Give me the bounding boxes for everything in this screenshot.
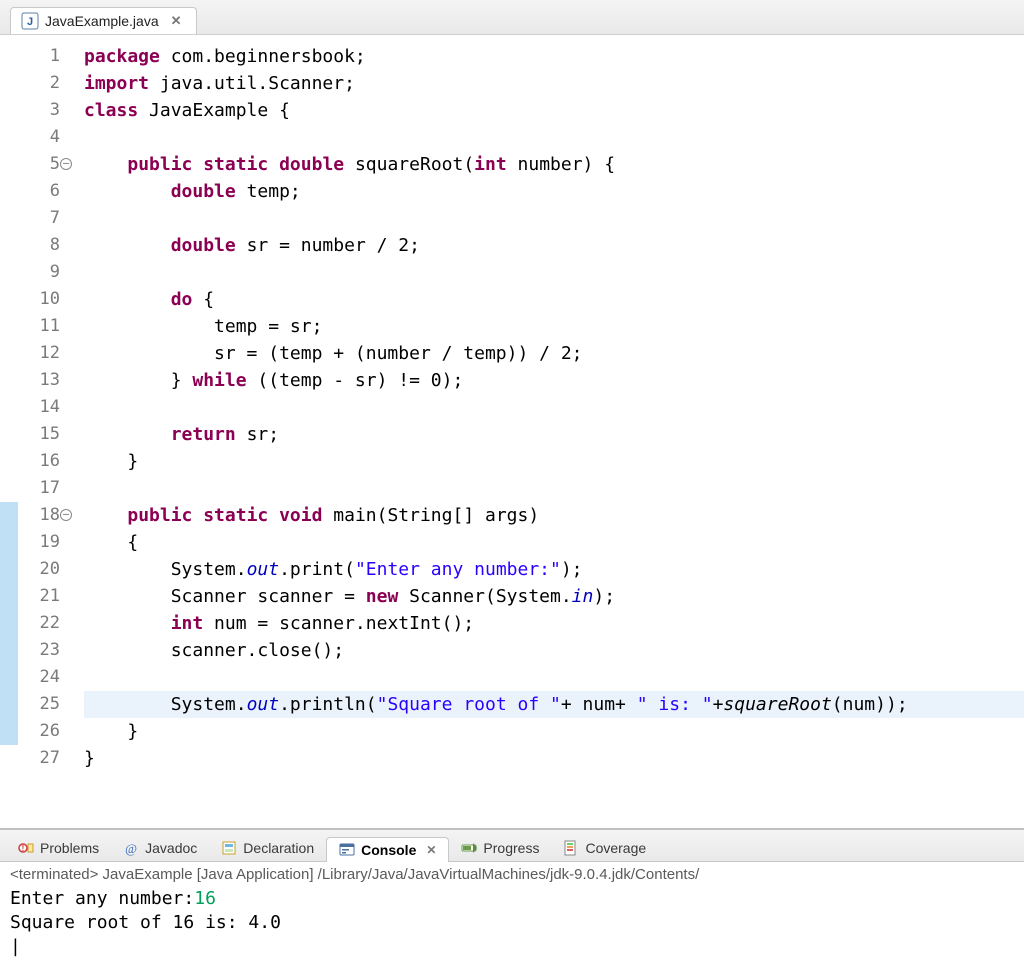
line-number: 20	[18, 556, 60, 583]
line-number: 3	[18, 97, 60, 124]
line-number: 10	[18, 286, 60, 313]
tab-console[interactable]: Console ✕	[326, 837, 449, 862]
console-icon	[339, 842, 355, 858]
code-line[interactable]: sr = (temp + (number / temp)) / 2;	[84, 340, 1024, 367]
view-tab-bar: ! Problems @ Javadoc Declaration Console ✕ Prog…	[0, 830, 1024, 862]
editor-tab-javaexample[interactable]: J JavaExample.java ✕	[10, 7, 197, 34]
line-number: 8	[18, 232, 60, 259]
close-icon[interactable]: ✕	[171, 13, 182, 29]
console-caret: |	[10, 935, 1014, 959]
console-output[interactable]: Enter any number:16Square root of 16 is:…	[0, 885, 1024, 961]
declaration-icon	[221, 840, 237, 856]
code-line[interactable]: } while ((temp - sr) != 0);	[84, 367, 1024, 394]
line-number: 13	[18, 367, 60, 394]
code-line[interactable]: temp = sr;	[84, 313, 1024, 340]
code-area[interactable]: package com.beginnersbook;import java.ut…	[66, 35, 1024, 828]
svg-text:J: J	[27, 16, 33, 28]
line-number: 12	[18, 340, 60, 367]
code-editor[interactable]: 12345–6789101112131415161718–19202122232…	[0, 34, 1024, 828]
editor-tab-bar: J JavaExample.java ✕	[0, 0, 1024, 34]
editor-tab-label: JavaExample.java	[45, 13, 159, 29]
code-line[interactable]: class JavaExample {	[84, 97, 1024, 124]
line-number: 25	[18, 691, 60, 718]
javadoc-icon: @	[123, 840, 139, 856]
code-line[interactable]: }	[84, 718, 1024, 745]
line-number: 11	[18, 313, 60, 340]
code-line[interactable]: do {	[84, 286, 1024, 313]
line-number: 1	[18, 43, 60, 70]
code-line[interactable]	[84, 664, 1024, 691]
tab-label: Coverage	[585, 840, 646, 856]
svg-text:@: @	[125, 841, 137, 856]
console-status: <terminated> JavaExample [Java Applicati…	[0, 862, 1024, 885]
code-line[interactable]: System.out.print("Enter any number:");	[84, 556, 1024, 583]
tab-progress[interactable]: Progress	[449, 836, 551, 862]
line-number: 24	[18, 664, 60, 691]
code-line[interactable]	[84, 394, 1024, 421]
line-number: 17	[18, 475, 60, 502]
code-line[interactable]	[84, 259, 1024, 286]
code-line[interactable]	[84, 205, 1024, 232]
code-line[interactable]: import java.util.Scanner;	[84, 70, 1024, 97]
line-number: 21	[18, 583, 60, 610]
tab-label: Console	[361, 842, 416, 858]
line-number: 15	[18, 421, 60, 448]
bottom-panel: ! Problems @ Javadoc Declaration Console ✕ Prog…	[0, 828, 1024, 978]
code-line[interactable]: {	[84, 529, 1024, 556]
line-number: 7	[18, 205, 60, 232]
tab-javadoc[interactable]: @ Javadoc	[111, 836, 209, 862]
code-line[interactable]	[84, 475, 1024, 502]
line-number: 4	[18, 124, 60, 151]
line-number: 6	[18, 178, 60, 205]
tab-label: Progress	[483, 840, 539, 856]
line-number: 23	[18, 637, 60, 664]
code-line[interactable]: System.out.println("Square root of "+ nu…	[84, 691, 1024, 718]
console-line: Enter any number:16	[10, 887, 1014, 911]
java-file-icon: J	[21, 12, 39, 30]
code-line[interactable]: public static double squareRoot(int numb…	[84, 151, 1024, 178]
line-number: 9	[18, 259, 60, 286]
code-line[interactable]: double sr = number / 2;	[84, 232, 1024, 259]
coverage-icon	[563, 840, 579, 856]
code-line[interactable]: double temp;	[84, 178, 1024, 205]
code-line[interactable]	[84, 124, 1024, 151]
tab-coverage[interactable]: Coverage	[551, 836, 658, 862]
line-number: 18–	[18, 502, 60, 529]
line-number: 16	[18, 448, 60, 475]
line-number: 5–	[18, 151, 60, 178]
code-line[interactable]: }	[84, 745, 1024, 772]
code-line[interactable]: scanner.close();	[84, 637, 1024, 664]
line-number: 14	[18, 394, 60, 421]
tab-label: Declaration	[243, 840, 314, 856]
tab-label: Javadoc	[145, 840, 197, 856]
progress-icon	[461, 840, 477, 856]
code-line[interactable]: Scanner scanner = new Scanner(System.in)…	[84, 583, 1024, 610]
problems-icon: !	[18, 840, 34, 856]
code-line[interactable]: package com.beginnersbook;	[84, 43, 1024, 70]
tab-label: Problems	[40, 840, 99, 856]
line-number: 22	[18, 610, 60, 637]
code-line[interactable]: return sr;	[84, 421, 1024, 448]
line-number: 19	[18, 529, 60, 556]
console-line: Square root of 16 is: 4.0	[10, 911, 1014, 935]
close-icon[interactable]: ✕	[426, 843, 436, 857]
tab-declaration[interactable]: Declaration	[209, 836, 326, 862]
line-number: 27	[18, 745, 60, 772]
tab-problems[interactable]: ! Problems	[6, 836, 111, 862]
line-number: 26	[18, 718, 60, 745]
code-line[interactable]: public static void main(String[] args)	[84, 502, 1024, 529]
svg-text:!: !	[22, 844, 25, 853]
line-number-gutter: 12345–6789101112131415161718–19202122232…	[18, 35, 66, 828]
code-line[interactable]: int num = scanner.nextInt();	[84, 610, 1024, 637]
line-number: 2	[18, 70, 60, 97]
code-line[interactable]: }	[84, 448, 1024, 475]
